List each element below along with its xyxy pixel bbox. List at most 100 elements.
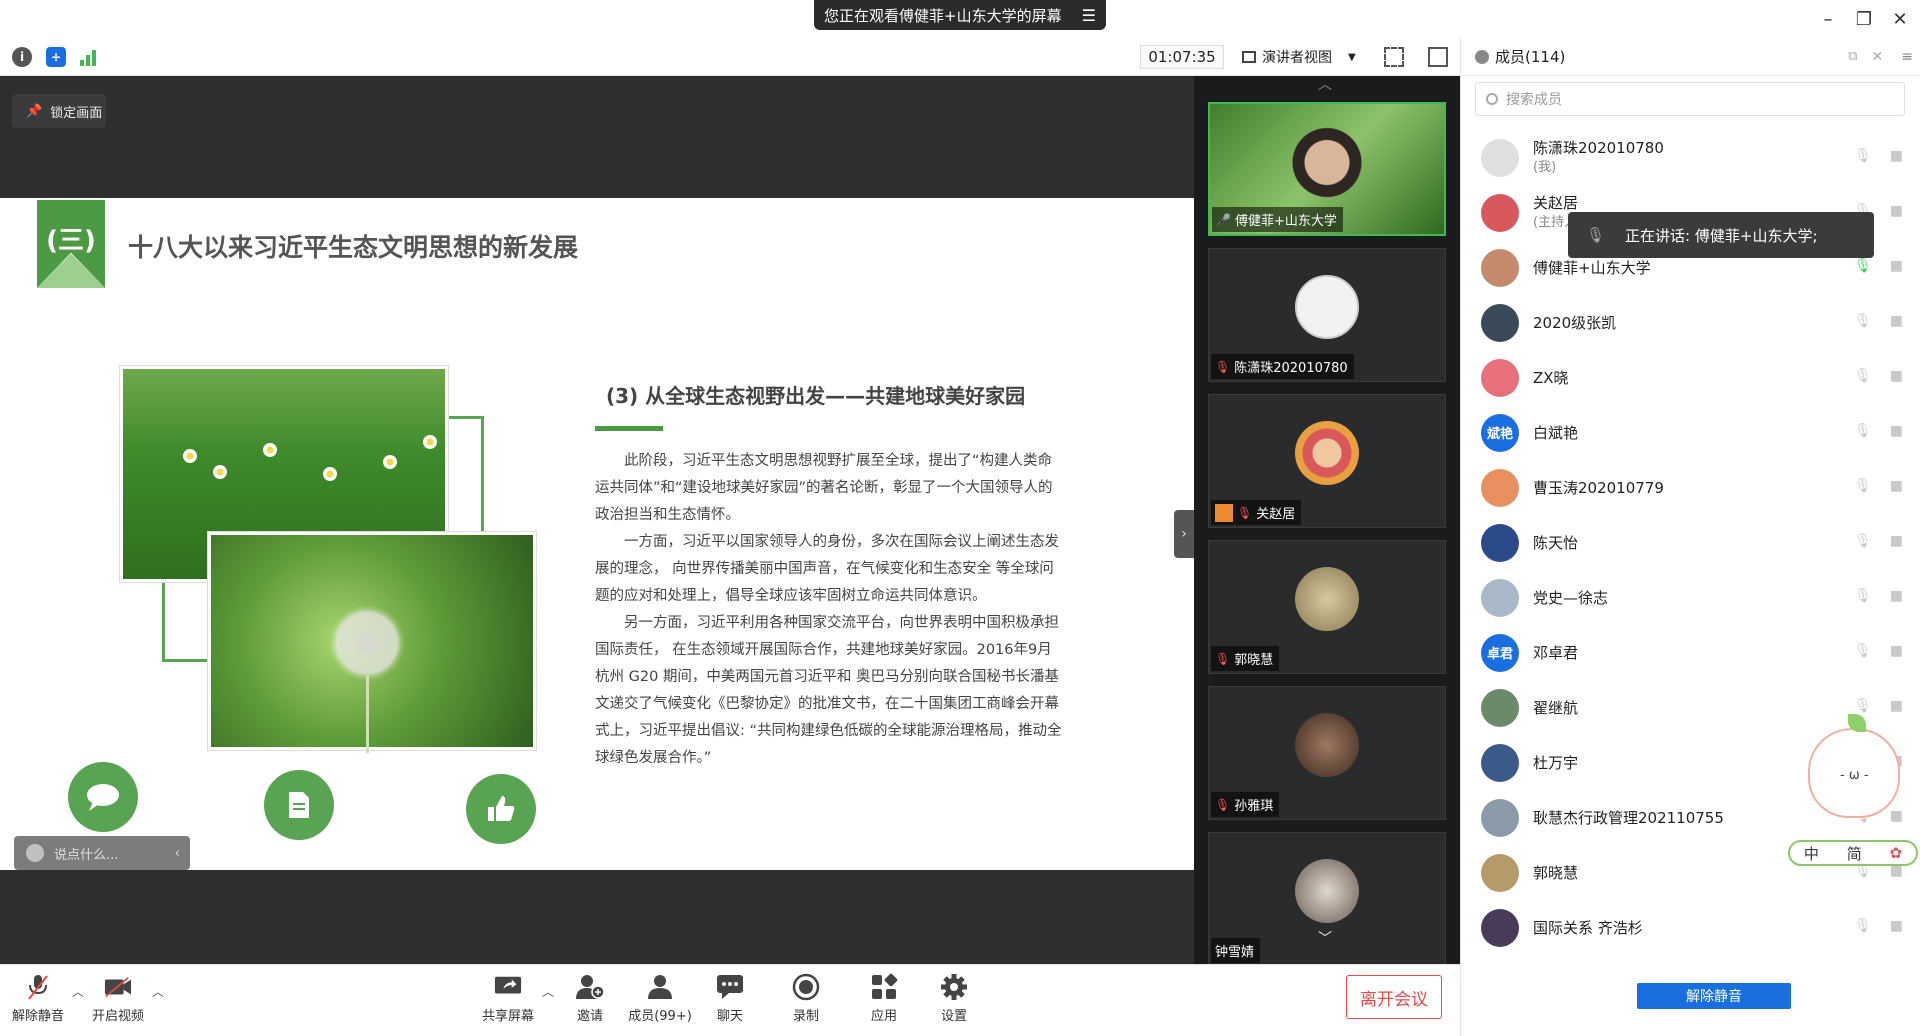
video-tile[interactable]: 🎙 陈潇珠202010780 (1208, 248, 1446, 382)
member-name-block: 2020级张凯 (1533, 313, 1616, 333)
camera-off-icon[interactable]: ■ (1890, 643, 1903, 659)
ime-settings-icon[interactable]: ✿ (1890, 844, 1903, 862)
ime-mode[interactable]: 简 (1847, 843, 1862, 864)
mic-off-icon[interactable]: 🎙 (1854, 148, 1872, 164)
video-tile[interactable]: 🎙 孙雅琪 (1208, 686, 1446, 820)
member-name: 关赵居 (1533, 193, 1579, 212)
shield-icon[interactable]: + (46, 47, 66, 67)
mic-off-icon[interactable]: 🎙 (1854, 368, 1872, 384)
signal-icon[interactable] (80, 48, 100, 66)
camera-off-icon[interactable]: ■ (1890, 478, 1903, 494)
camera-off-icon[interactable]: ■ (1890, 313, 1903, 329)
ime-lang[interactable]: 中 (1804, 843, 1819, 864)
camera-off-icon[interactable]: ■ (1890, 918, 1903, 934)
camera-off-icon (104, 973, 132, 1001)
layout-icon[interactable] (1428, 47, 1448, 67)
settings-button[interactable]: 设置 (918, 973, 990, 1031)
view-mode-select[interactable]: 演讲者视图 ▼ (1236, 45, 1370, 69)
member-row[interactable]: 斌艳 白斌艳 🎙 ■ (1461, 405, 1920, 460)
video-tile[interactable]: 🎙 关赵居 (1208, 394, 1446, 528)
search-input[interactable]: 搜索成员 (1475, 82, 1905, 116)
fullscreen-icon[interactable] (1384, 47, 1404, 67)
mic-off-icon[interactable]: 🎙 (1854, 478, 1872, 494)
member-row[interactable]: 曹玉涛202010779 🎙 ■ (1461, 460, 1920, 515)
document-icon (264, 770, 334, 840)
member-row[interactable]: 陈潇珠202010780 (我) 🎙 ■ (1461, 130, 1920, 185)
restore-button[interactable]: ❐ (1848, 6, 1880, 32)
member-name-block: 曹玉涛202010779 (1533, 478, 1664, 498)
camera-off-icon[interactable]: ■ (1890, 588, 1903, 604)
apps-button[interactable]: 应用 (848, 973, 920, 1031)
chevron-down-icon[interactable]: ﹀ (1318, 928, 1332, 948)
mic-on-icon[interactable]: 🎙 (1854, 258, 1872, 274)
camera-off-icon[interactable]: ■ (1890, 533, 1903, 549)
member-row[interactable]: 陈天怡 🎙 ■ (1461, 515, 1920, 570)
camera-off-icon[interactable]: ■ (1890, 258, 1903, 274)
share-screen-button[interactable]: 共享屏幕 (472, 973, 544, 1031)
minimize-button[interactable]: – (1812, 6, 1844, 32)
info-icon[interactable]: i (12, 47, 32, 67)
member-name: 翟继航 (1533, 698, 1579, 717)
camera-off-icon[interactable]: ■ (1890, 423, 1903, 439)
chevron-up-icon[interactable]: ︿ (1318, 74, 1332, 94)
title-bar: 您正在观看傅健菲+山东大学的屏幕 ☰ – ❐ ✕ (0, 0, 1920, 38)
leave-meeting-button[interactable]: 离开会议 (1346, 975, 1442, 1019)
mic-off-icon[interactable]: 🎙 (1854, 588, 1872, 604)
member-name-block: 傅健菲+山东大学 (1533, 258, 1651, 278)
close-button[interactable]: ✕ (1884, 6, 1916, 32)
chevron-up-icon[interactable]: ︿ (152, 983, 164, 1000)
ime-toolbar[interactable]: 中 简 ✿ (1788, 840, 1918, 866)
chat-button[interactable]: 聊天 (694, 973, 766, 1031)
top-toolbar: i + 01:07:35 演讲者视图 ▼ (0, 38, 1460, 76)
mic-off-icon[interactable]: 🎙 (1854, 643, 1872, 659)
ime-mascot-icon[interactable]: - ω - (1808, 714, 1900, 818)
member-row[interactable]: 国际关系 齐浩杉 🎙 ■ (1461, 900, 1920, 955)
member-status-icons: 🎙■ (1854, 643, 1903, 659)
unmute-all-button[interactable]: 解除静音 (1637, 983, 1791, 1009)
user-icon (1475, 49, 1489, 64)
mic-off-icon[interactable]: 🎙 (1854, 698, 1872, 714)
lock-view-button[interactable]: 📌 锁定画面 (12, 94, 106, 128)
record-button[interactable]: 录制 (770, 973, 842, 1031)
search-icon (1486, 93, 1498, 105)
video-tile-name: 🎙 孙雅琪 (1211, 792, 1280, 817)
close-icon[interactable]: ✕ (1872, 49, 1884, 65)
member-row[interactable]: ZX晓 🎙 ■ (1461, 350, 1920, 405)
avatar (1295, 713, 1359, 777)
invite-button[interactable]: 邀请 (554, 973, 626, 1031)
popout-icon[interactable]: ⧉ (1848, 49, 1857, 64)
start-video-button[interactable]: 开启视频 (82, 973, 154, 1031)
member-status-icons: 🎙■ (1854, 148, 1903, 164)
menu-icon[interactable]: ☰ (1082, 6, 1096, 25)
video-tile-name: 🎤 傅健菲+山东大学 (1212, 207, 1343, 232)
chevron-left-icon[interactable]: ‹ (175, 846, 180, 861)
mic-off-icon: 🎙 (1215, 651, 1231, 666)
chat-input[interactable]: 说点什么... ‹ (14, 836, 190, 870)
camera-off-icon[interactable]: ■ (1890, 148, 1903, 164)
mic-off-icon[interactable]: 🎙 (1854, 423, 1872, 439)
member-row[interactable]: 2020级张凯 🎙 ■ (1461, 295, 1920, 350)
menu-icon[interactable]: ≡ (1901, 49, 1913, 65)
section-tag-text: (三) (46, 226, 96, 256)
camera-off-icon[interactable]: ■ (1890, 203, 1903, 219)
video-tile[interactable]: 🎤 傅健菲+山东大学 (1208, 102, 1446, 236)
chevron-up-icon[interactable]: ︿ (542, 983, 554, 1000)
member-row[interactable]: 卓君 邓卓君 🎙 ■ (1461, 625, 1920, 680)
avatar (1481, 743, 1519, 782)
camera-off-icon[interactable]: ■ (1890, 368, 1903, 384)
mic-off-icon[interactable]: 🎙 (1854, 918, 1872, 934)
mic-off-icon[interactable]: 🎙 (1854, 533, 1872, 549)
camera-off-icon[interactable]: ■ (1890, 808, 1903, 824)
member-row[interactable]: 党史—徐志 🎙 ■ (1461, 570, 1920, 625)
mic-off-icon[interactable]: 🎙 (1854, 313, 1872, 329)
mic-icon: 🎙 (1586, 226, 1606, 244)
camera-off-icon[interactable]: ■ (1890, 698, 1903, 714)
members-button[interactable]: 成员(99+) (624, 973, 696, 1031)
share-banner[interactable]: 您正在观看傅健菲+山东大学的屏幕 ☰ (814, 0, 1106, 30)
presentation-slide: (三) 十八大以来习近平生态文明思想的新发展 (3) 从全球生态视野出发——共建… (0, 198, 1194, 870)
video-tile[interactable]: 🎙 郭晓慧 (1208, 540, 1446, 674)
collapse-strip-button[interactable]: › (1174, 510, 1194, 558)
emoji-icon[interactable] (26, 844, 44, 862)
unmute-button[interactable]: 解除静音 (2, 973, 74, 1031)
speaking-text: 正在讲话: 傅健菲+山东大学; (1625, 226, 1818, 245)
